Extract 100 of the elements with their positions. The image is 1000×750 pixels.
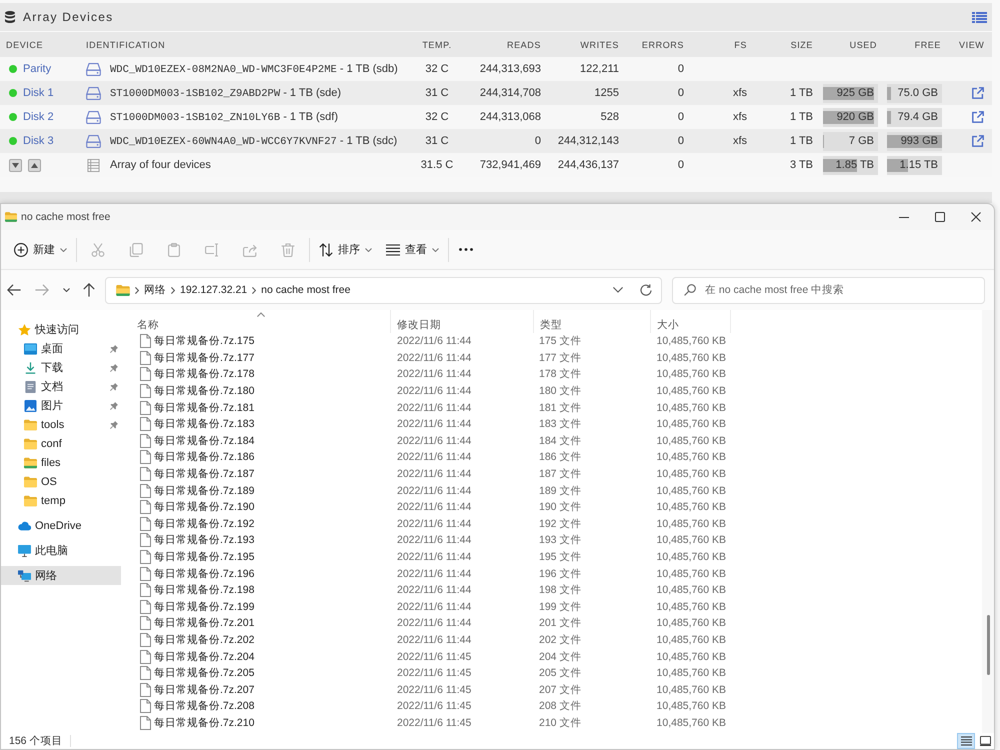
breadcrumb[interactable]: 网络	[144, 283, 166, 297]
file-date: 2022/11/6 11:44	[397, 434, 472, 447]
search-field[interactable]: 在 no cache most free 中搜索	[672, 276, 985, 304]
nav-item[interactable]: tools	[1, 415, 121, 434]
external-link-icon[interactable]	[972, 111, 984, 123]
chevron-right-icon	[171, 286, 175, 294]
scrollbar-thumb[interactable]	[986, 615, 990, 675]
table-cell: 32 C	[425, 63, 449, 75]
file-size: 10,485,760 KB	[656, 352, 726, 364]
table-cell: 244,312,143	[558, 135, 619, 147]
usage-value: 1.85 TB	[836, 159, 874, 171]
nav-item[interactable]: 下载	[1, 358, 121, 377]
file-name: 每日常规备份.7z.199	[154, 600, 254, 614]
pin-icon[interactable]	[110, 402, 118, 410]
pin-icon[interactable]	[110, 344, 118, 352]
nav-item[interactable]: 桌面	[1, 339, 121, 358]
pin-icon[interactable]	[110, 382, 118, 390]
column-header: SIZE	[790, 40, 813, 50]
desktop-icon	[24, 342, 37, 354]
chevron-right-icon	[252, 286, 256, 294]
folder-icon	[5, 212, 17, 222]
table-cell: 0	[678, 159, 684, 171]
nav-item[interactable]: conf	[1, 434, 121, 453]
file-date: 2022/11/6 11:44	[397, 534, 472, 546]
folder-icon	[24, 418, 37, 430]
pin-icon[interactable]	[110, 420, 118, 428]
disk-identification: WDC_WD10EZEX-08M2NA0_WD-WMC3F0E4P2ME - 1 TB (sdb)	[110, 62, 398, 76]
disk-identification: WDC_WD10EZEX-60WN4A0_WD-WCC6Y7KVNF27 - 1 TB (sdc)	[110, 134, 398, 148]
nav-item[interactable]: OneDrive	[1, 516, 121, 535]
file-icon	[140, 367, 151, 382]
file-icon	[140, 417, 151, 432]
table-cell: 732,941,469	[480, 159, 541, 171]
table-cell: xfs	[732, 87, 747, 99]
file-date: 2022/11/6 11:44	[397, 385, 472, 398]
trash-icon	[281, 242, 295, 256]
external-link-icon[interactable]	[972, 135, 984, 147]
file-date: 2022/11/6 11:44	[397, 402, 472, 414]
disk-link[interactable]: Parity	[23, 63, 52, 75]
nav-item[interactable]: OS	[1, 472, 121, 491]
nav-item[interactable]: files	[1, 453, 121, 472]
view-button[interactable]: 查看	[379, 234, 446, 264]
sort-button[interactable]: 排序	[312, 234, 379, 264]
file-date: 2022/11/6 11:44	[397, 501, 472, 514]
table-cell: 528	[600, 111, 619, 123]
breadcrumb[interactable]: no cache most free	[261, 284, 350, 296]
breadcrumb[interactable]: 192.127.32.21	[180, 284, 248, 296]
disk-identification: ST1000DM003-1SB102_ZN10LY6B - 1 TB (sdf)	[110, 110, 338, 124]
free-space-value: 993 GB	[900, 135, 938, 147]
file-size: 10,485,760 KB	[656, 600, 726, 613]
file-icon	[140, 583, 151, 598]
up-button[interactable]	[28, 158, 41, 172]
file-date: 2022/11/6 11:44	[397, 451, 472, 464]
refresh-icon[interactable]	[640, 284, 652, 296]
nav-item[interactable]: 此电脑	[1, 541, 121, 560]
column-header[interactable]: 大小	[651, 310, 731, 333]
nav-item[interactable]: 文档	[1, 377, 121, 396]
table-cell: 31 C	[425, 87, 449, 99]
file-icon	[140, 682, 151, 697]
file-type: 181 文件	[539, 400, 582, 415]
file-size: 10,485,760 KB	[656, 434, 726, 447]
nav-item[interactable]: 图片	[1, 396, 121, 415]
item-count: 156 个项目	[9, 734, 62, 748]
file-size: 10,485,760 KB	[656, 667, 726, 680]
external-link-icon[interactable]	[972, 87, 984, 99]
chevron-right-icon	[135, 286, 139, 294]
scrollbar[interactable]	[982, 310, 994, 733]
nav-item[interactable]: 快速访问	[1, 320, 121, 339]
list-icon[interactable]	[972, 12, 987, 22]
disk-link[interactable]: Disk 1	[23, 87, 54, 99]
file-name: 每日常规备份.7z.190	[154, 500, 254, 514]
window-title: no cache most free	[21, 211, 110, 223]
table-cell: 122,211	[580, 63, 619, 75]
file-icon	[140, 600, 151, 614]
address-bar[interactable]: 网络 192.127.32.21 no cache most free	[105, 276, 662, 304]
disk-link[interactable]: Disk 3	[23, 135, 54, 147]
file-date: 2022/11/6 11:44	[397, 600, 472, 613]
column-header: DEVICE	[6, 40, 44, 50]
file-size: 10,485,760 KB	[656, 700, 726, 712]
new-button[interactable]: 新建	[7, 234, 74, 264]
down-button[interactable]	[9, 158, 22, 172]
file-size: 10,485,760 KB	[656, 518, 726, 530]
pin-icon[interactable]	[110, 364, 118, 372]
file-size: 10,485,760 KB	[656, 501, 726, 514]
file-size: 10,485,760 KB	[656, 534, 726, 546]
free-space-value: 75.0 GB	[898, 87, 938, 99]
file-name: 每日常规备份.7z.210	[154, 716, 254, 730]
file-date: 2022/11/6 11:44	[397, 484, 472, 497]
file-type: 180 文件	[539, 384, 582, 398]
column-header[interactable]: 修改日期	[391, 310, 534, 333]
details-view-button[interactable]	[957, 733, 975, 749]
file-size: 10,485,760 KB	[656, 451, 726, 464]
nav-item[interactable]: 网络	[1, 566, 121, 585]
column-header[interactable]: 名称	[131, 310, 391, 333]
chevron-down-icon[interactable]	[613, 287, 623, 293]
file-name: 每日常规备份.7z.201	[154, 616, 254, 630]
disk-link[interactable]: Disk 2	[23, 111, 54, 123]
details-view-icon	[960, 736, 972, 746]
column-header[interactable]: 类型	[534, 310, 651, 333]
file-name: 每日常规备份.7z.193	[154, 533, 254, 548]
nav-item[interactable]: temp	[1, 491, 121, 510]
